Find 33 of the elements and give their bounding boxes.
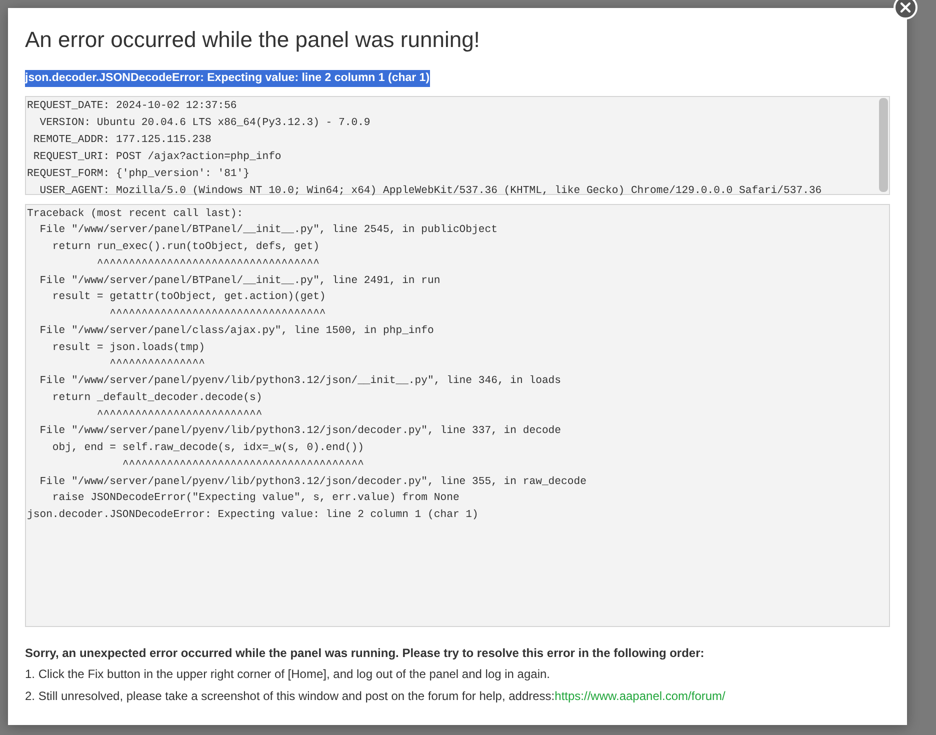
help-heading: Sorry, an unexpected error occurred while the panel was running. Please try to resolve this error in the following order: xyxy=(25,644,706,662)
code-line: result = json.loads(tmp) xyxy=(51,340,206,356)
code-line: REQUEST_FORM: {'php_version': '81'} xyxy=(27,166,251,182)
dialog-title: An error occurred while the panel was running! xyxy=(25,26,481,54)
code-line: ^^^^^^^^^^^^^^^^^^^^^^^^^^^^^^^^^^^^^^ xyxy=(121,458,365,473)
code-line: File "/www/server/panel/class/ajax.py", line 1500, in php_info xyxy=(38,324,435,339)
code-line: ^^^^^^^^^^^^^^^^^^^^^^^^^^^^^^^^^^ xyxy=(108,307,327,322)
code-line: return _default_decoder.decode(s) xyxy=(51,390,264,406)
code-line: File "/www/server/panel/pyenv/lib/python3.12/json/decoder.py", line 337, in decode xyxy=(38,424,562,440)
code-line: File "/www/server/panel/pyenv/lib/python3.12/json/decoder.py", line 355, in raw_decode xyxy=(38,474,588,490)
scrollbar-thumb[interactable] xyxy=(879,98,888,192)
help-step: 1. Click the Fix button in the upper right corner of [Home], and log out of the panel and log in again. xyxy=(25,664,890,686)
code-line: USER_AGENT: Mozilla/5.0 (Windows NT 10.0; Win64; x64) AppleWebKit/537.36 (KHTML, like Gecko) Chrome/129.0.0.0 Safari/537.36 xyxy=(38,184,823,199)
error-summary: json.decoder.JSONDecodeError: Expecting value: line 2 column 1 (char 1) xyxy=(25,70,430,87)
code-line: File "/www/server/panel/BTPanel/__init__.py", line 2491, in run xyxy=(38,274,442,289)
forum-link[interactable]: https://www.aapanel.com/forum/ xyxy=(554,688,726,703)
code-line: REMOTE_ADDR: 177.125.115.238 xyxy=(32,132,212,148)
code-line: REQUEST_DATE: 2024-10-02 12:37:56 xyxy=(27,98,238,114)
code-line: ^^^^^^^^^^^^^^^ xyxy=(108,357,206,372)
code-line: ^^^^^^^^^^^^^^^^^^^^^^^^^^ xyxy=(96,408,264,423)
code-line: raise JSONDecodeError("Expecting value", s, err.value) from None xyxy=(51,491,460,506)
code-line: obj, end = self.raw_decode(s, idx=_w(s, 0).end()) xyxy=(51,441,365,456)
code-line: ^^^^^^^^^^^^^^^^^^^^^^^^^^^^^^^^^^^ xyxy=(96,256,320,272)
help-step: 2. Still unresolved, please take a screenshot of this window and post on the forum for help, address:https://www.aapanel.com/forum/ xyxy=(25,686,890,708)
code-line: File "/www/server/panel/pyenv/lib/python3.12/json/__init__.py", line 346, in loads xyxy=(38,374,562,390)
code-line: result = getattr(toObject, get.action)(get) xyxy=(51,290,327,306)
code-line: return run_exec().run(toObject, defs, get) xyxy=(51,240,320,256)
code-line: REQUEST_URI: POST /ajax?action=php_info xyxy=(32,150,282,165)
code-line: json.decoder.JSONDecodeError: Expecting value: line 2 column 1 (char 1) xyxy=(27,508,480,524)
close-button[interactable] xyxy=(893,0,918,20)
code-line: VERSION: Ubuntu 20.04.6 LTS x86_64(Py3.12.3) - 7.0.9 xyxy=(38,116,372,131)
code-line: Traceback (most recent call last): xyxy=(27,206,244,222)
code-line: File "/www/server/panel/BTPanel/__init__.py", line 2545, in publicObject xyxy=(38,223,498,238)
